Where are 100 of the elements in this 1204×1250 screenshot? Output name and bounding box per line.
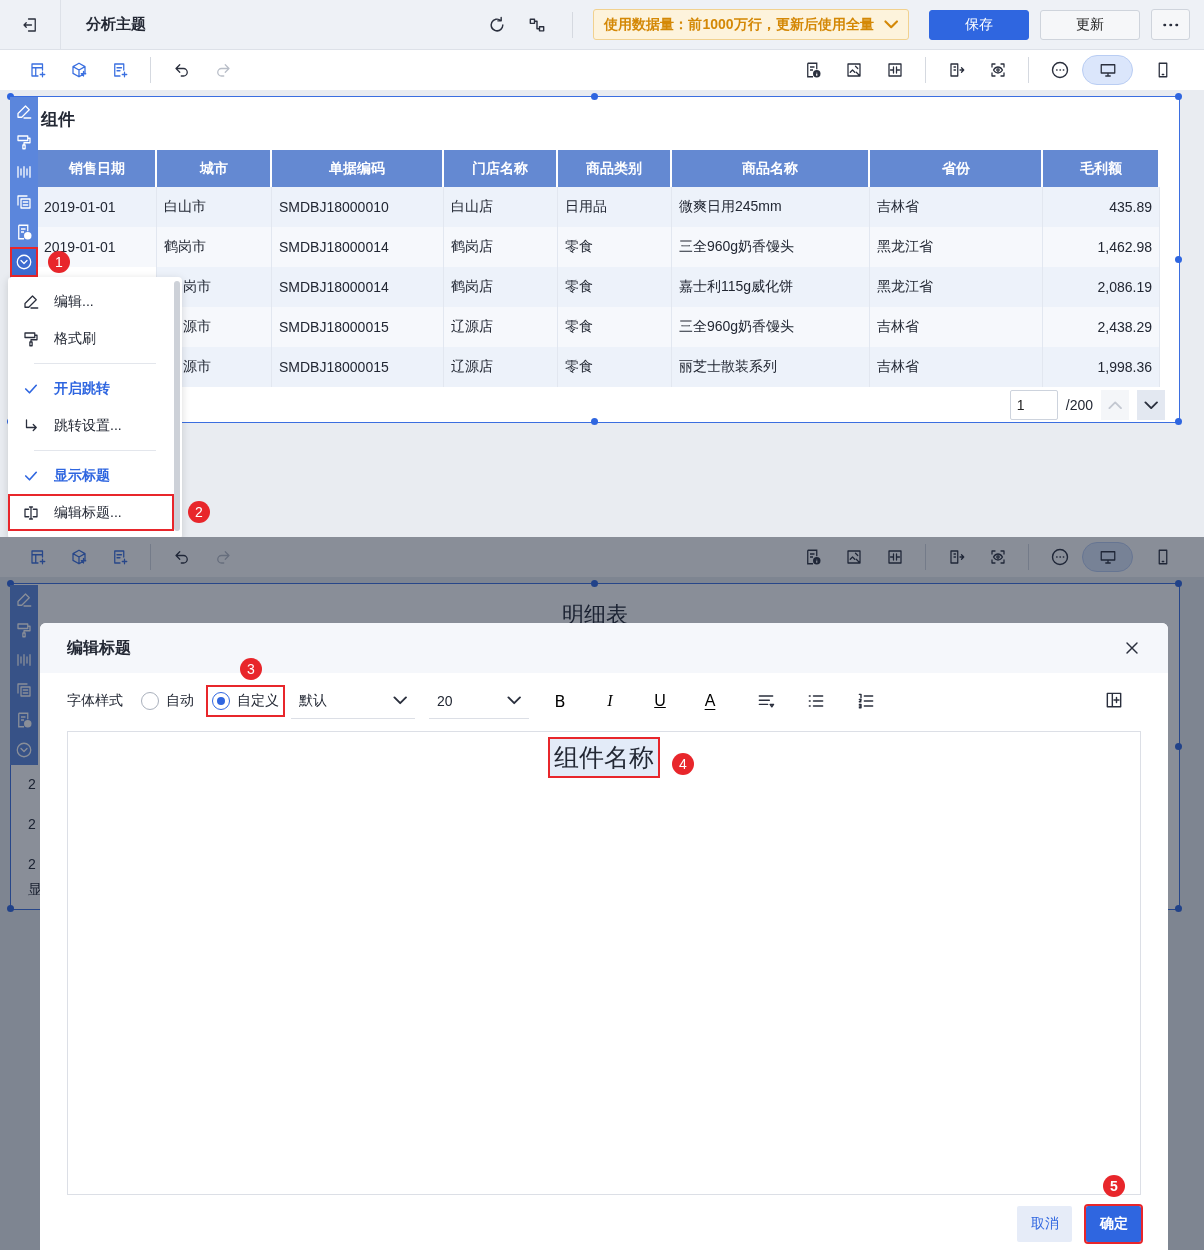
cube-add-icon[interactable] xyxy=(69,548,88,566)
resize-handle[interactable] xyxy=(1175,93,1182,100)
image-search-icon[interactable] xyxy=(844,61,863,79)
table-cell: 零食 xyxy=(558,227,672,267)
table-cell: 2019-01-01 xyxy=(38,187,157,227)
table-cell: 显 xyxy=(28,881,42,899)
table-cell: 辽源店 xyxy=(444,347,558,387)
desktop-view-button[interactable] xyxy=(1082,542,1133,572)
resize-handle[interactable] xyxy=(591,580,598,587)
table-add-icon[interactable] xyxy=(28,61,47,79)
resize-handle[interactable] xyxy=(1175,418,1182,425)
table-cell: 吉林省 xyxy=(870,307,1043,347)
cancel-button[interactable]: 取消 xyxy=(1017,1206,1072,1242)
resize-handle[interactable] xyxy=(7,905,14,912)
panel-arrow-icon[interactable] xyxy=(947,61,966,79)
resize-handle[interactable] xyxy=(591,418,598,425)
pencil-icon xyxy=(22,292,40,311)
desktop-view-button[interactable] xyxy=(1082,55,1133,85)
table-cell: SMDBJ18000014 xyxy=(272,227,444,267)
page-input[interactable]: 1 xyxy=(1009,390,1058,420)
table-cell: 鹤岗店 xyxy=(444,227,558,267)
table-cell: 1,462.98 xyxy=(1043,227,1160,267)
font-style-label: 字体样式 xyxy=(67,692,123,710)
undo-icon[interactable] xyxy=(172,61,191,79)
table-cell: 2,086.19 xyxy=(1043,267,1160,307)
paint-roller-icon xyxy=(15,133,33,151)
table-cell: 辽源店 xyxy=(444,307,558,347)
bars-icon xyxy=(15,651,33,669)
table-cell: SMDBJ18000015 xyxy=(272,347,444,387)
update-button[interactable]: 更新 xyxy=(1040,9,1140,40)
table-cell: 白山店 xyxy=(444,187,558,227)
paint-roller-icon xyxy=(22,329,40,348)
next-page-button[interactable] xyxy=(1137,390,1165,420)
copy-icon xyxy=(15,193,33,211)
menu-item[interactable]: 显示标题 xyxy=(8,457,174,494)
resize-handle[interactable] xyxy=(1175,580,1182,587)
more-icon[interactable] xyxy=(1049,60,1070,80)
italic-button[interactable]: I xyxy=(604,692,616,710)
table-cell: 吉林省 xyxy=(870,187,1043,227)
table-cell: 黑龙江省 xyxy=(870,267,1043,307)
table-cell: 嘉士利115g威化饼 xyxy=(672,267,870,307)
chevron-down-icon xyxy=(883,20,898,29)
resize-handle[interactable] xyxy=(591,93,598,100)
resize-handle[interactable] xyxy=(1175,255,1182,263)
table-cell: SMDBJ18000014 xyxy=(272,267,444,307)
grid-icon[interactable] xyxy=(885,61,904,79)
table-cell: 微爽日用245mm xyxy=(672,187,870,227)
save-button[interactable]: 保存 xyxy=(929,9,1029,40)
font-family-select[interactable]: 默认 xyxy=(291,683,415,719)
desktop-icon xyxy=(1098,61,1117,79)
table-cell: SMDBJ18000015 xyxy=(272,307,444,347)
cube-add-icon[interactable] xyxy=(69,61,88,79)
chevron-down-icon xyxy=(506,696,521,705)
document-info-icon xyxy=(15,223,33,241)
table-cell: 零食 xyxy=(558,347,672,387)
resize-handle[interactable] xyxy=(1175,742,1182,750)
step-number: 1 xyxy=(48,251,70,273)
menu-item[interactable]: 跳转设置... xyxy=(8,407,174,444)
table-cell: 2 xyxy=(28,856,36,872)
step-number: 4 xyxy=(672,753,694,775)
table-add-icon[interactable] xyxy=(28,548,47,566)
pencil-icon xyxy=(15,103,33,121)
exit-icon[interactable] xyxy=(21,15,39,34)
bold-button[interactable]: B xyxy=(551,691,569,711)
dialog-title: 编辑标题 xyxy=(67,637,131,658)
table-cell: 丽芝士散装系列 xyxy=(672,347,870,387)
document-info-icon xyxy=(15,711,33,729)
table-cell: SMDBJ18000010 xyxy=(272,187,444,227)
font-size-select[interactable]: 20 xyxy=(429,683,529,719)
table-cell: 2 xyxy=(28,776,36,792)
underline-button[interactable]: U xyxy=(651,692,669,710)
table-cell: 日用品 xyxy=(558,187,672,227)
radio-option[interactable]: 自动 xyxy=(135,685,200,717)
table-cell: 三全960g奶香馒头 xyxy=(672,307,870,347)
bars-icon xyxy=(15,163,33,181)
chevron-up-icon xyxy=(1107,400,1123,410)
table-cell: 零食 xyxy=(558,267,672,307)
chevron-down-icon xyxy=(1143,400,1159,410)
preview-icon[interactable] xyxy=(988,61,1007,79)
table-cell: 黑龙江省 xyxy=(870,227,1043,267)
table-cell: 三全960g奶香馒头 xyxy=(672,227,870,267)
chevron-down-icon xyxy=(392,696,407,705)
color-button[interactable]: A xyxy=(701,692,719,710)
table-cell: 零食 xyxy=(558,307,672,347)
widget-title: 组件 xyxy=(41,110,75,129)
copy-icon xyxy=(15,681,33,699)
page-total: /200 xyxy=(1065,397,1093,413)
table-cell: 435.89 xyxy=(1043,187,1160,227)
step-number: 5 xyxy=(1103,1175,1125,1197)
table-cell: 白山市 xyxy=(157,187,272,227)
table-cell: 2 xyxy=(28,816,36,832)
page-title: 分析主题 xyxy=(86,15,147,34)
resize-handle[interactable] xyxy=(1175,905,1182,912)
numbered-list-icon[interactable] xyxy=(856,691,876,711)
step-number: 3 xyxy=(240,658,262,680)
step-number: 2 xyxy=(188,501,210,523)
table-cell: 1,998.36 xyxy=(1043,347,1160,387)
table-cell: 鹤岗店 xyxy=(444,267,558,307)
more-icon xyxy=(1161,22,1180,27)
table-cell: 2,438.29 xyxy=(1043,307,1160,347)
